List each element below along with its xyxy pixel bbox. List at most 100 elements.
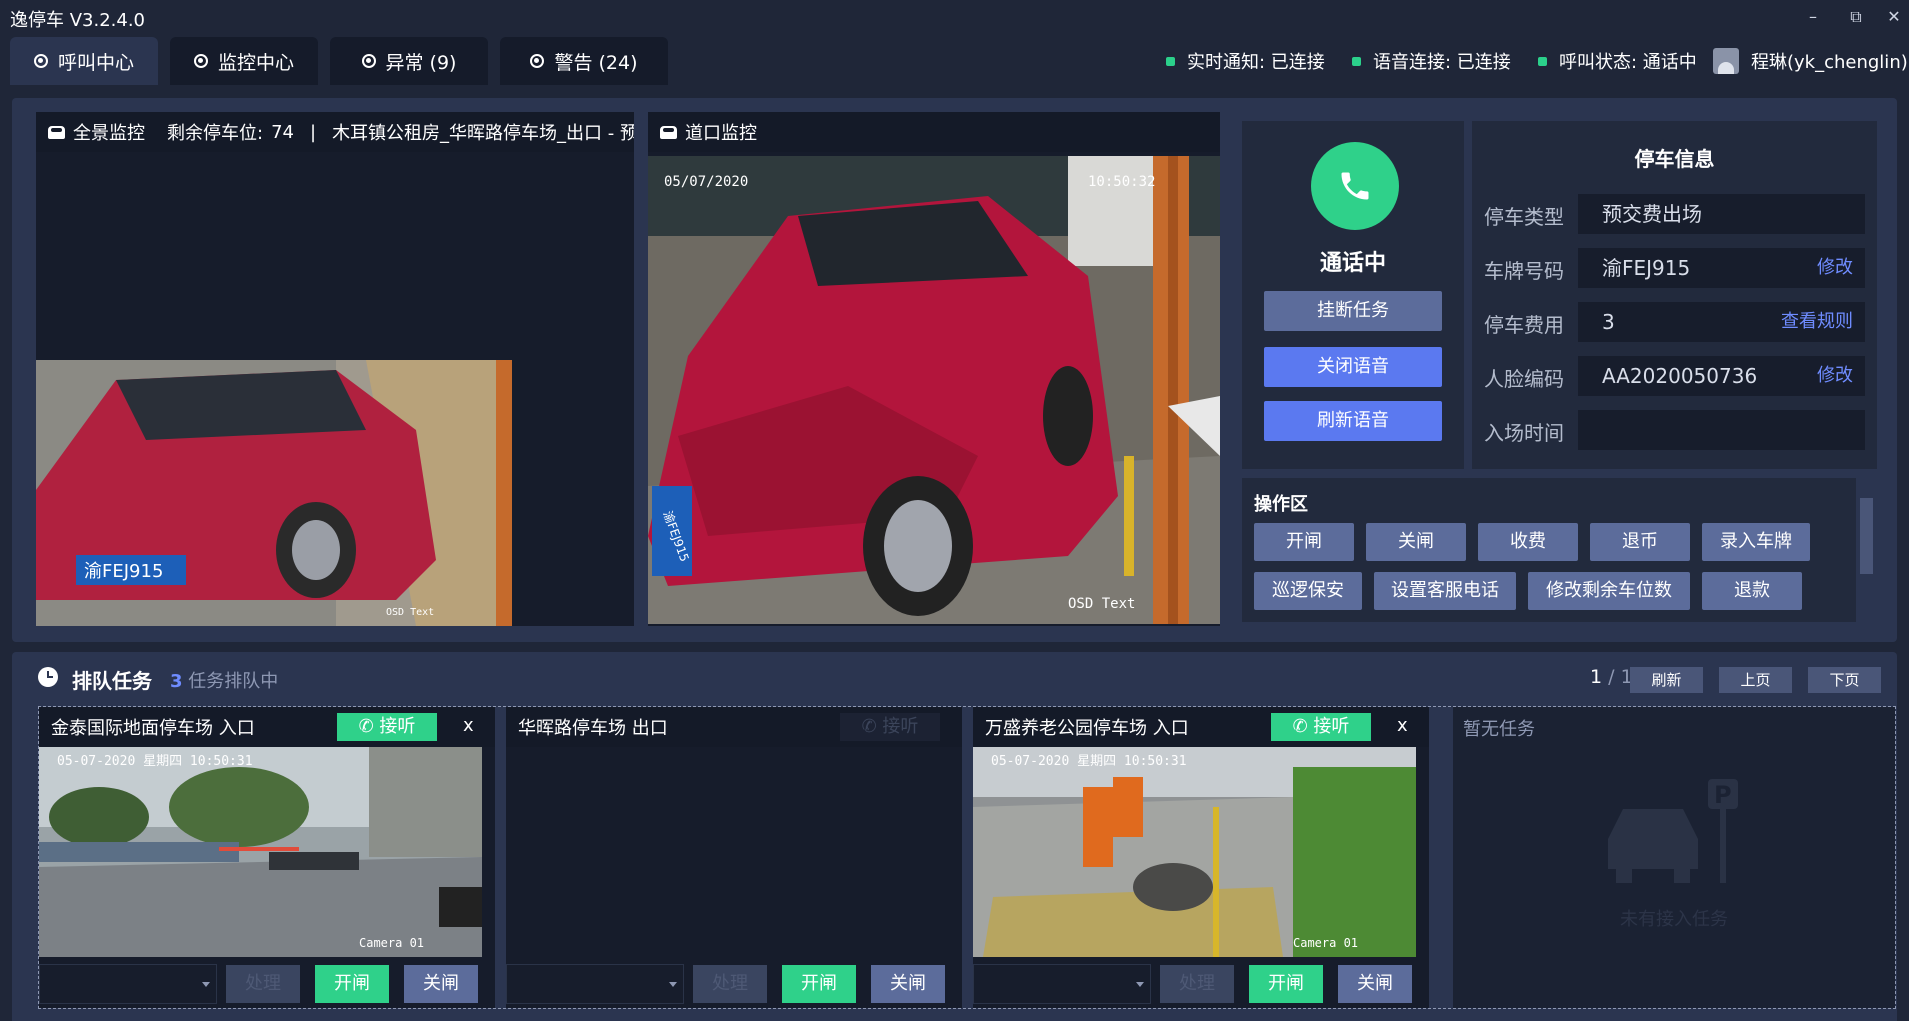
- page-total: / 1: [1608, 666, 1633, 688]
- call-status-label: 通话中: [1319, 251, 1386, 276]
- process-select[interactable]: [39, 963, 217, 1004]
- location-text: 木耳镇公租房_华晖路停车场_出口 - 预: [332, 123, 634, 144]
- close-window-button[interactable]: ✕: [1881, 6, 1907, 28]
- scrollbar-thumb[interactable]: [1860, 498, 1873, 574]
- queue-card-actions: 处理 开闸 关闸: [39, 959, 495, 1008]
- gate-video[interactable]: 渝FEJ915 05/07/2020 10:50:32 OSD Text: [648, 156, 1220, 624]
- hangup-button[interactable]: 挂断任务: [1264, 291, 1442, 331]
- queue-count: 3: [170, 671, 183, 692]
- plate-field: 渝FEJ915 修改: [1578, 248, 1865, 288]
- call-panel: 通话中 挂断任务 关闭语音 刷新语音: [1242, 121, 1464, 469]
- process-select[interactable]: [973, 963, 1151, 1004]
- status-dot-icon: [1538, 56, 1547, 66]
- process-button[interactable]: 处理: [693, 964, 767, 1003]
- refund-button[interactable]: 退款: [1702, 572, 1802, 610]
- open-gate-button[interactable]: 开闸: [315, 964, 389, 1003]
- svg-text:P: P: [1714, 781, 1732, 809]
- answer-button[interactable]: ✆ 接听: [1271, 713, 1371, 741]
- panorama-snapshot[interactable]: 渝FEJ915 OSD Text: [36, 360, 512, 626]
- status-dot-icon: [1166, 56, 1175, 66]
- tab-call-center[interactable]: 呼叫中心: [10, 37, 158, 85]
- edit-plate-link[interactable]: 修改: [1817, 248, 1853, 288]
- tab-label: 呼叫中心: [57, 51, 134, 74]
- modify-spaces-button[interactable]: 修改剩余车位数: [1528, 572, 1690, 610]
- gate-time-overlay: 10:50:32: [1088, 174, 1155, 190]
- snapshot-osd-text: OSD Text: [386, 607, 434, 618]
- process-button[interactable]: 处理: [1160, 964, 1234, 1003]
- close-voice-button[interactable]: 关闭语音: [1264, 347, 1442, 387]
- answer-label: 接听: [882, 716, 919, 737]
- queue-card: 金泰国际地面停车场 入口 ✆ 接听 x 05-07-2020 星期四 10:50…: [39, 707, 495, 1008]
- car-snapshot-image: 渝FEJ915 OSD Text: [36, 360, 512, 626]
- gate-osd-overlay: OSD Text: [1068, 596, 1135, 612]
- panorama-panel: 全景监控 剩余停车位: 74 | 木耳镇公租房_华晖路停车场_出口 - 预 渝F…: [36, 112, 634, 626]
- open-gate-button[interactable]: 开闸: [782, 964, 856, 1003]
- answer-label: 接听: [379, 716, 416, 737]
- snapshot-plate-text: 渝FEJ915: [84, 561, 163, 582]
- return-coin-button[interactable]: 退币: [1590, 523, 1690, 561]
- close-gate-button[interactable]: 关闸: [1366, 523, 1466, 561]
- clock-icon: [38, 667, 58, 687]
- dismiss-card-button[interactable]: x: [1397, 715, 1408, 736]
- open-gate-button[interactable]: 开闸: [1254, 523, 1354, 561]
- prev-page-button[interactable]: 上页: [1719, 667, 1792, 693]
- queue-card-header: 金泰国际地面停车场 入口 ✆ 接听 x: [39, 707, 495, 747]
- queue-card-actions: 处理 开闸 关闸: [506, 959, 962, 1008]
- queue-section: 排队任务 3 任务排队中 1 / 1 刷新 上页 下页 金泰国际地面停车场 入口…: [12, 652, 1897, 1021]
- queue-card-video[interactable]: 05-07-2020 星期四 10:50:31 Camera 01: [39, 747, 482, 957]
- entrance-camera-image: 05-07-2020 星期四 10:50:31 Camera 01: [39, 747, 482, 957]
- camera-icon: [193, 54, 208, 68]
- app-title: 逸停车 V3.2.4.0: [10, 10, 146, 31]
- open-gate-button[interactable]: 开闸: [1249, 964, 1323, 1003]
- charge-button[interactable]: 收费: [1478, 523, 1578, 561]
- queue-title: 排队任务: [72, 669, 152, 693]
- close-gate-button[interactable]: 关闸: [1338, 964, 1412, 1003]
- refresh-queue-button[interactable]: 刷新: [1630, 667, 1703, 693]
- restore-button[interactable]: ⧉: [1843, 6, 1869, 28]
- queue-card: 华晖路停车场 出口 ✆ 接听 处理 开闸 关闸: [506, 707, 962, 1008]
- queue-card-actions: 处理 开闸 关闸: [973, 959, 1429, 1008]
- user-name: 程琳(yk_chenglin): [1751, 52, 1908, 73]
- set-service-phone-button[interactable]: 设置客服电话: [1374, 572, 1516, 610]
- enter-plate-button[interactable]: 录入车牌: [1702, 523, 1810, 561]
- card-camera-overlay: Camera 01: [1293, 936, 1358, 950]
- process-select[interactable]: [506, 963, 684, 1004]
- tab-warnings[interactable]: 警告 (24): [500, 37, 668, 85]
- parking-type-value: 预交费出场: [1602, 202, 1702, 226]
- queue-card-video[interactable]: 05-07-2020 星期四 10:50:31 Camera 01: [973, 747, 1416, 957]
- refresh-voice-button[interactable]: 刷新语音: [1264, 401, 1442, 441]
- close-gate-button[interactable]: 关闸: [871, 964, 945, 1003]
- face-code-value: AA2020050736: [1602, 364, 1758, 388]
- call-status-text: 呼叫状态: 通话中: [1559, 52, 1697, 73]
- view-rules-link[interactable]: 查看规则: [1781, 302, 1853, 342]
- card-time-overlay: 05-07-2020 星期四 10:50:31: [991, 754, 1187, 769]
- queue-grid: 金泰国际地面停车场 入口 ✆ 接听 x 05-07-2020 星期四 10:50…: [38, 706, 1896, 1009]
- gate-date-overlay: 05/07/2020: [664, 174, 748, 190]
- dismiss-card-button[interactable]: x: [463, 715, 474, 736]
- card-camera-overlay: Camera 01: [359, 936, 424, 950]
- tab-exceptions[interactable]: 异常 (9): [330, 37, 488, 85]
- operations-scrollbar[interactable]: [1856, 478, 1877, 622]
- answer-button[interactable]: ✆ 接听: [840, 713, 940, 741]
- camera-icon: [361, 54, 376, 68]
- operations-panel: 操作区 开闸 关闸 收费 退币 录入车牌 巡逻保安 设置客服电话 修改剩余车位数…: [1242, 478, 1877, 622]
- edit-face-code-link[interactable]: 修改: [1817, 356, 1853, 396]
- close-gate-button[interactable]: 关闸: [404, 964, 478, 1003]
- empty-queue-card: 暂无任务 P 未有接入任务: [1453, 707, 1895, 1008]
- car-icon: [48, 125, 65, 139]
- fee-field: 3 查看规则: [1578, 302, 1865, 342]
- parking-type-field: 预交费出场: [1578, 194, 1865, 234]
- voice-status-text: 语音连接: 已连接: [1373, 52, 1511, 73]
- process-button[interactable]: 处理: [226, 964, 300, 1003]
- tab-label: 异常 (9): [385, 51, 457, 74]
- minimize-button[interactable]: –: [1800, 6, 1826, 28]
- answer-button[interactable]: ✆ 接听: [337, 713, 437, 741]
- realtime-status: 实时通知: 已连接: [1166, 48, 1325, 74]
- call-status: 呼叫状态: 通话中: [1538, 48, 1697, 74]
- next-page-button[interactable]: 下页: [1808, 667, 1881, 693]
- headset-icon: [33, 54, 48, 68]
- patrol-guard-button[interactable]: 巡逻保安: [1254, 572, 1362, 610]
- user-menu[interactable]: 程琳(yk_chenglin): [1713, 48, 1908, 74]
- gate-header: 道口监控: [648, 112, 1220, 152]
- tab-monitor-center[interactable]: 监控中心: [170, 37, 318, 85]
